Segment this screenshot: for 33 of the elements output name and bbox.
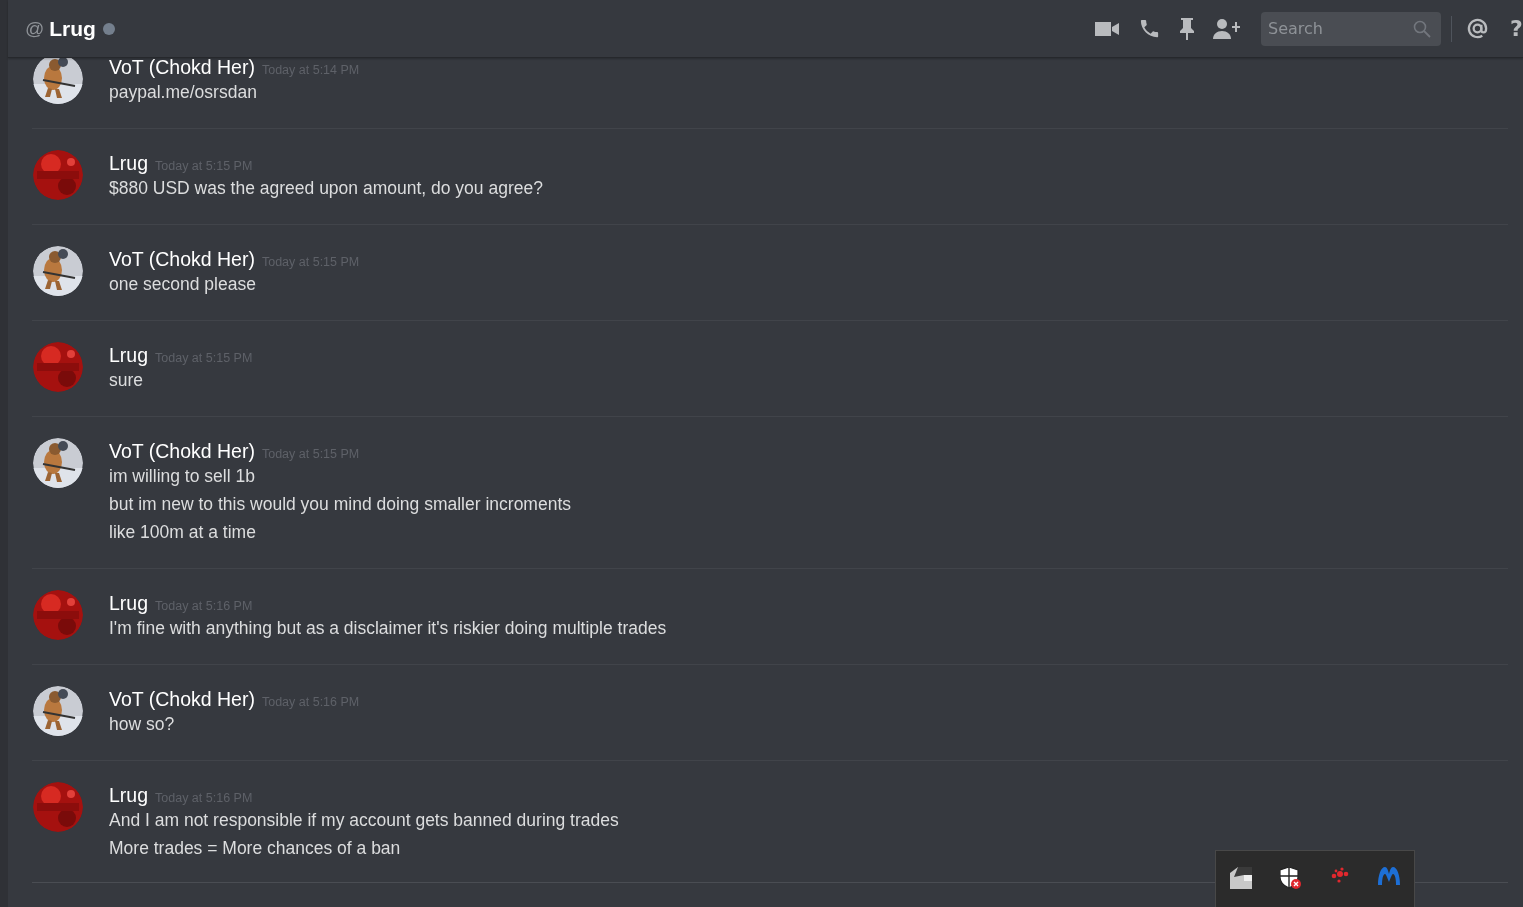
username[interactable]: Lrug <box>109 592 149 614</box>
at-sign: @ <box>25 17 45 40</box>
message-text: sure <box>109 369 145 392</box>
shield-icon[interactable] <box>1280 867 1302 889</box>
message-text: And I am not responsible if my account gets banned during trades <box>109 809 619 832</box>
channel-title: Lrug <box>49 16 96 41</box>
pin-icon[interactable] <box>1180 17 1194 40</box>
message-text: I'm fine with anything but as a disclaimer it's riskier doing multiple trades <box>109 617 667 640</box>
username[interactable]: Lrug <box>109 784 149 806</box>
video-camera-icon[interactable] <box>1095 20 1119 37</box>
search-icon <box>1413 19 1431 38</box>
search-field[interactable]: Search <box>1261 11 1441 46</box>
help-button[interactable]: ? <box>1510 16 1523 41</box>
message-text: paypal.me/osrsdan <box>109 81 258 104</box>
username[interactable]: Lrug <box>109 344 149 366</box>
username[interactable]: VoT (Chokd Her) <box>109 688 255 710</box>
username[interactable]: VoT (Chokd Her) <box>109 440 255 462</box>
add-friend-icon[interactable] <box>1213 18 1240 39</box>
mention-icon[interactable] <box>1466 17 1489 40</box>
message-text: im willing to sell 1b <box>109 465 256 488</box>
message-text: like 100m at a time <box>109 521 257 544</box>
message-text: but im new to this would you mind doing smaller incroments <box>109 493 571 516</box>
message-text: $880 USD was the agreed upon amount, do you agree? <box>109 177 543 200</box>
username[interactable]: VoT (Chokd Her) <box>109 58 255 78</box>
m-logo-icon[interactable] <box>1378 867 1400 885</box>
molecule-dots-icon[interactable] <box>1330 867 1350 883</box>
message-text: how so? <box>109 713 176 736</box>
app-icon[interactable] <box>1230 867 1252 889</box>
username[interactable]: VoT (Chokd Her) <box>109 248 255 270</box>
phone-icon[interactable] <box>1138 17 1161 40</box>
message-text: More trades = More chances of a ban <box>109 837 402 860</box>
username[interactable]: Lrug <box>109 152 149 174</box>
message-text: one second please <box>109 273 257 296</box>
